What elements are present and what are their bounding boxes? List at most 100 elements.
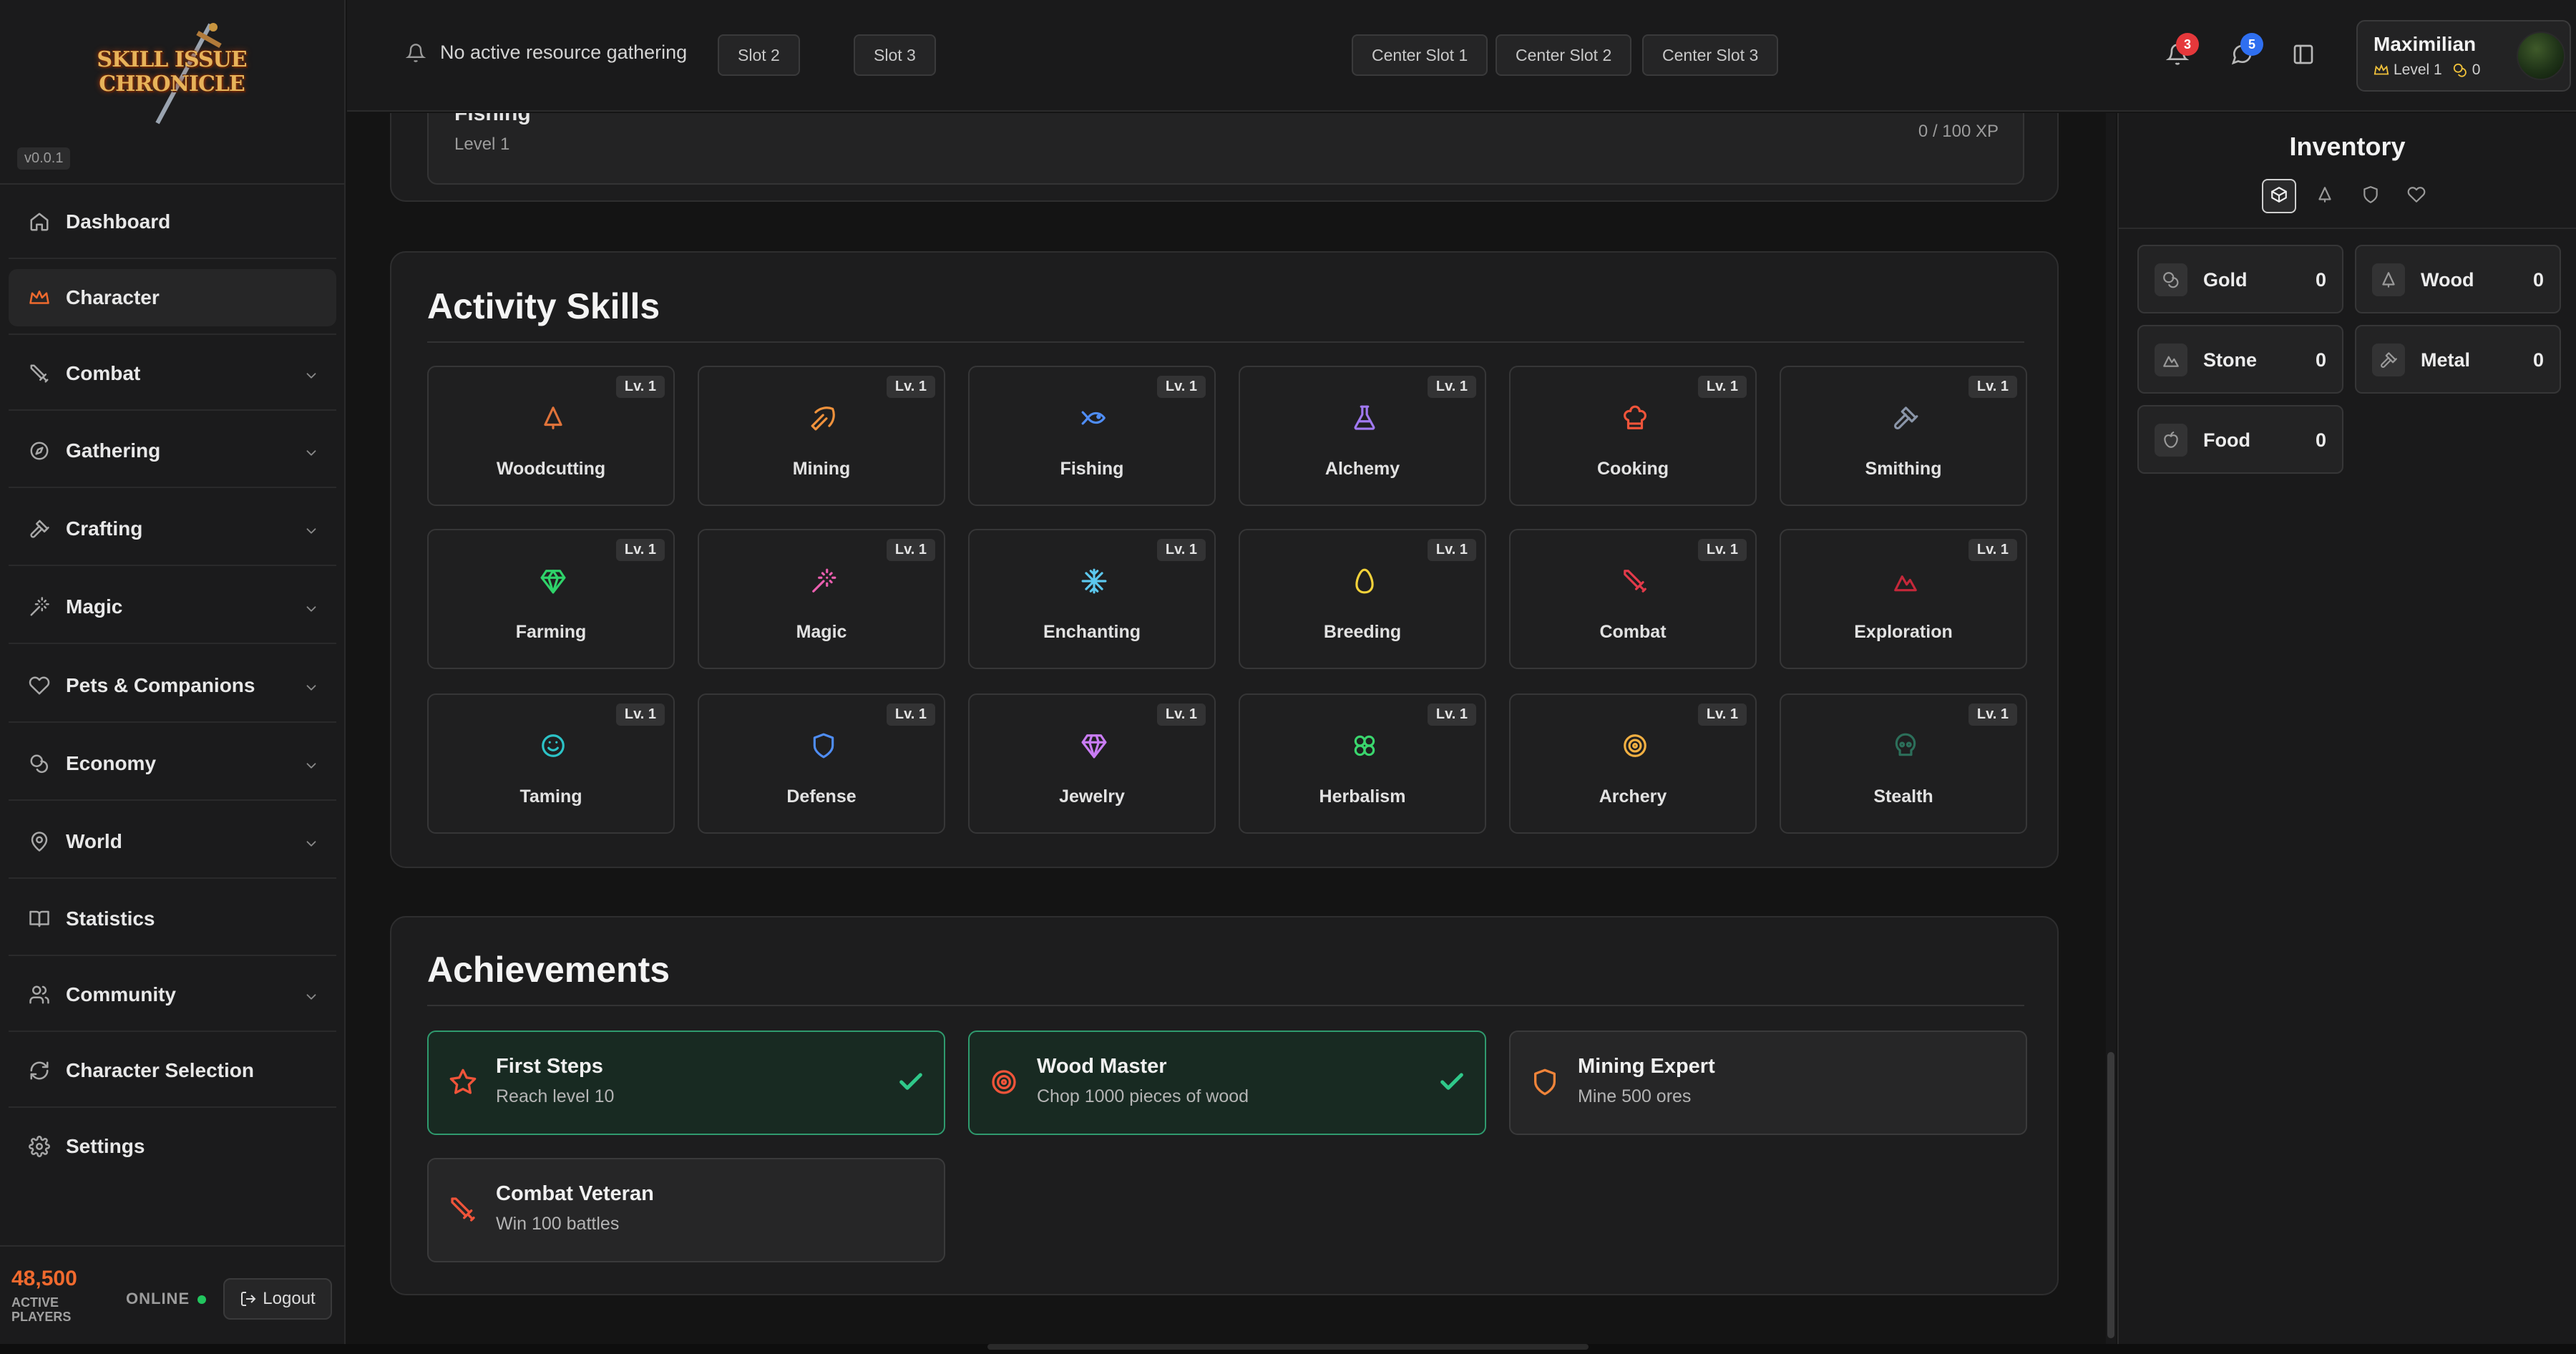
inventory-item-quantity: 0 xyxy=(2315,349,2326,371)
sidebar-item-magic[interactable]: Magic xyxy=(9,578,336,635)
sidebar-item-character-selection[interactable]: Character Selection xyxy=(9,1042,336,1099)
skill-name: Archery xyxy=(1599,786,1667,807)
avatar[interactable] xyxy=(2517,31,2565,80)
sidebar-item-gathering[interactable]: Gathering xyxy=(9,422,336,479)
skill-progress-xp: 0 / 100 XP xyxy=(1918,122,1999,141)
messages-badge: 5 xyxy=(2240,33,2263,56)
shield-icon xyxy=(1531,1068,1559,1096)
skill-card-archery[interactable]: Lv. 1 Archery xyxy=(1509,693,1757,834)
sidebar-item-character[interactable]: Character xyxy=(9,269,336,326)
skill-card-taming[interactable]: Lv. 1 Taming xyxy=(427,693,675,834)
chef-hat-icon xyxy=(1621,404,1649,432)
inventory-item-food[interactable]: Food 0 xyxy=(2137,405,2343,474)
sidebar-item-pets-companions[interactable]: Pets & Companions xyxy=(9,657,336,714)
skill-card-woodcutting[interactable]: Lv. 1 Woodcutting xyxy=(427,366,675,506)
compass-icon xyxy=(27,439,52,463)
inventory-tab-heart-icon[interactable] xyxy=(2399,179,2434,213)
coins-icon xyxy=(2155,263,2187,296)
top-bar: No active resource gathering Slot 2 Slot… xyxy=(347,0,2576,112)
skill-card-exploration[interactable]: Lv. 1 Exploration xyxy=(1780,529,2027,669)
sidebar-item-dashboard[interactable]: Dashboard xyxy=(9,193,336,250)
sidebar-item-crafting[interactable]: Crafting xyxy=(9,500,336,557)
egg-icon xyxy=(1351,568,1378,595)
online-dot xyxy=(197,1295,206,1304)
crown-icon xyxy=(2373,64,2389,75)
skill-card-cooking[interactable]: Lv. 1 Cooking xyxy=(1509,366,1757,506)
sidebar-item-label: Crafting xyxy=(66,517,143,540)
main-scrollbar-thumb[interactable] xyxy=(2107,1052,2114,1338)
sidebar-item-economy[interactable]: Economy xyxy=(9,735,336,792)
game-logo[interactable]: SKILL ISSUE CHRONICLE xyxy=(93,19,250,126)
skill-name: Combat xyxy=(1599,622,1667,642)
achievement-card[interactable]: Combat Veteran Win 100 battles xyxy=(427,1158,945,1262)
bell-icon xyxy=(406,43,426,62)
slot-3-button[interactable]: Slot 3 xyxy=(854,34,936,76)
skill-card-breeding[interactable]: Lv. 1 Breeding xyxy=(1239,529,1486,669)
user-profile-button[interactable]: Maximilian Level 1 0 xyxy=(2356,20,2571,92)
sidebar-item-statistics[interactable]: Statistics xyxy=(9,890,336,948)
apple-icon xyxy=(2155,424,2187,457)
skill-card-jewelry[interactable]: Lv. 1 Jewelry xyxy=(968,693,1216,834)
sidebar-item-community[interactable]: Community xyxy=(9,966,336,1023)
crown-icon xyxy=(27,286,52,310)
inventory-item-wood[interactable]: Wood 0 xyxy=(2355,245,2561,313)
sidebar-item-label: Community xyxy=(66,983,176,1005)
nav-divider xyxy=(9,409,336,411)
skill-name: Breeding xyxy=(1323,622,1402,642)
sidebar-footer: 48,500 ACTIVE PLAYERS ONLINE Logout xyxy=(0,1245,346,1344)
sidebar-item-label: Character Selection xyxy=(66,1059,254,1081)
sidebar-item-combat[interactable]: Combat xyxy=(9,345,336,402)
logout-button[interactable]: Logout xyxy=(223,1278,332,1320)
skill-progress-row[interactable]: Fishing Level 1 0 / 100 XP xyxy=(427,113,2024,185)
skill-card-fishing[interactable]: Lv. 1 Fishing xyxy=(968,366,1216,506)
main-content: Fishing Level 1 0 / 100 XP Activity Skil… xyxy=(347,113,2109,1344)
home-icon xyxy=(27,210,52,234)
skill-card-defense[interactable]: Lv. 1 Defense xyxy=(698,693,945,834)
chevron-down-icon xyxy=(303,756,319,771)
chevron-down-icon xyxy=(303,834,319,849)
skull-icon xyxy=(1892,732,1919,759)
inventory-tab-shield-icon[interactable] xyxy=(2353,179,2388,213)
skill-level-badge: Lv. 1 xyxy=(886,539,935,561)
map-pin-icon xyxy=(27,829,52,854)
center-slot-3-button[interactable]: Center Slot 3 xyxy=(1642,34,1779,76)
logo-line-2: CHRONICLE xyxy=(99,72,245,97)
skill-name: Taming xyxy=(519,786,582,807)
achievement-card[interactable]: Mining Expert Mine 500 ores xyxy=(1509,1031,2027,1135)
skill-card-mining[interactable]: Lv. 1 Mining xyxy=(698,366,945,506)
inventory-item-gold[interactable]: Gold 0 xyxy=(2137,245,2343,313)
slot-2-button[interactable]: Slot 2 xyxy=(718,34,800,76)
skill-card-combat[interactable]: Lv. 1 Combat xyxy=(1509,529,1757,669)
skill-card-herbalism[interactable]: Lv. 1 Herbalism xyxy=(1239,693,1486,834)
app-root: SKILL ISSUE CHRONICLE v0.0.1 Dashboard Ch… xyxy=(0,0,2576,1354)
tree-icon xyxy=(540,404,567,432)
skill-card-alchemy[interactable]: Lv. 1 Alchemy xyxy=(1239,366,1486,506)
inventory-item-metal[interactable]: Metal 0 xyxy=(2355,325,2561,394)
messages-button[interactable]: 5 xyxy=(2226,33,2263,70)
center-slot-2-button[interactable]: Center Slot 2 xyxy=(1496,34,1632,76)
skill-card-smithing[interactable]: Lv. 1 Smithing xyxy=(1780,366,2027,506)
nav-divider xyxy=(9,333,336,335)
chevron-down-icon xyxy=(303,521,319,537)
achievement-card[interactable]: First Steps Reach level 10 xyxy=(427,1031,945,1135)
star-icon xyxy=(449,1068,477,1096)
achievement-card[interactable]: Wood Master Chop 1000 pieces of wood xyxy=(968,1031,1486,1135)
nav-divider xyxy=(9,258,336,259)
inventory-tab-tree-icon[interactable] xyxy=(2308,179,2342,213)
nav-divider xyxy=(9,1106,336,1108)
skill-card-enchanting[interactable]: Lv. 1 Enchanting xyxy=(968,529,1216,669)
skill-card-farming[interactable]: Lv. 1 Farming xyxy=(427,529,675,669)
toggle-panel-button[interactable] xyxy=(2288,39,2319,70)
skill-card-magic[interactable]: Lv. 1 Magic xyxy=(698,529,945,669)
inventory-tab-box-icon[interactable] xyxy=(2262,179,2296,213)
user-meta: Level 1 0 xyxy=(2373,62,2480,79)
inventory-item-stone[interactable]: Stone 0 xyxy=(2137,325,2343,394)
sidebar-item-settings[interactable]: Settings xyxy=(9,1118,336,1175)
tree-icon xyxy=(2372,263,2405,296)
nav-divider xyxy=(9,565,336,566)
skill-level-badge: Lv. 1 xyxy=(1427,703,1476,726)
center-slot-1-button[interactable]: Center Slot 1 xyxy=(1352,34,1488,76)
sidebar-item-world[interactable]: World xyxy=(9,813,336,870)
skill-card-stealth[interactable]: Lv. 1 Stealth xyxy=(1780,693,2027,834)
notifications-button[interactable]: 3 xyxy=(2162,33,2199,70)
